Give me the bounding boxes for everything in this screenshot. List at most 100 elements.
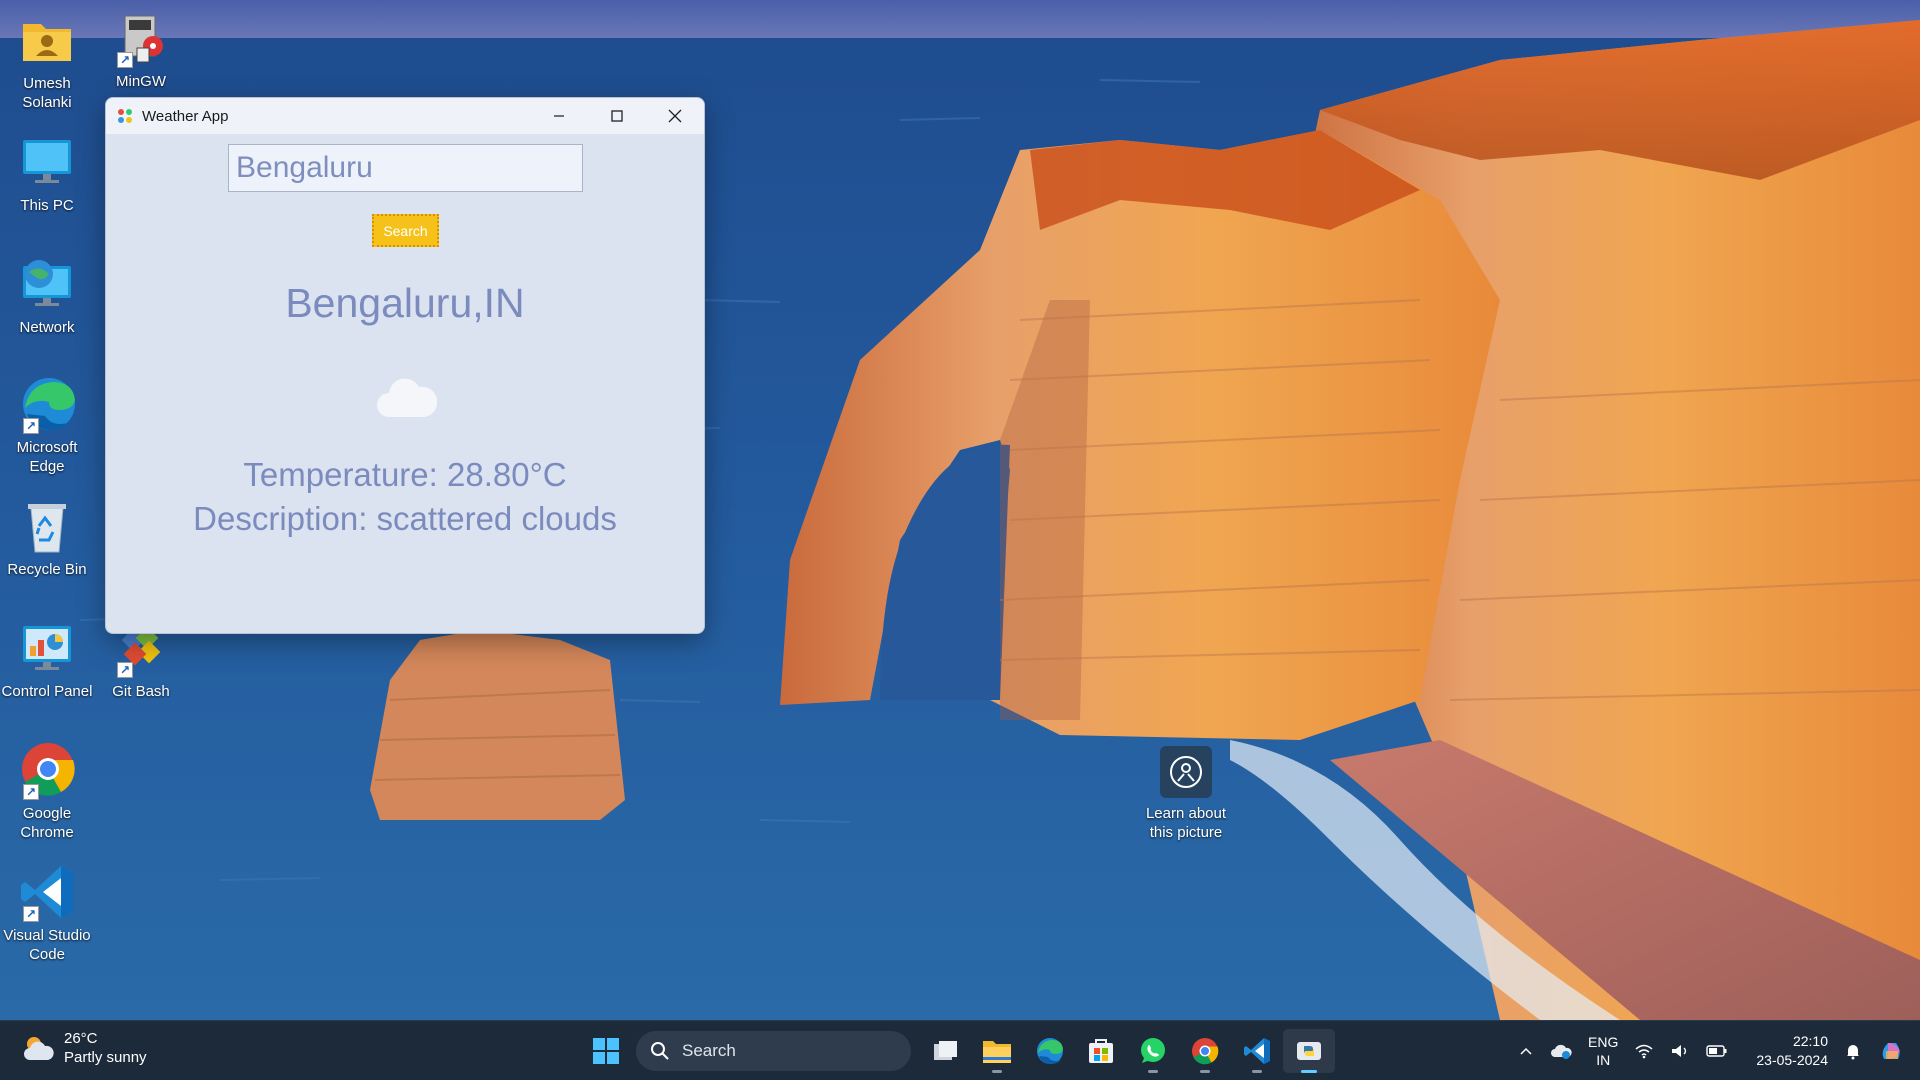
desktop-icon-label: This PC bbox=[20, 197, 74, 214]
edge-icon: ↗ bbox=[17, 374, 77, 434]
mingw-installer-icon: ↗ bbox=[111, 8, 171, 68]
taskbar-apps: Search bbox=[580, 1029, 1335, 1073]
window-title: Weather App bbox=[142, 107, 229, 125]
vscode-icon: ↗ bbox=[17, 862, 77, 922]
running-indicator bbox=[1301, 1070, 1317, 1073]
taskbar-vscode-button[interactable] bbox=[1231, 1029, 1283, 1073]
desktop-icon-label: Umesh Solanki bbox=[22, 75, 72, 111]
notifications-button[interactable] bbox=[1844, 1042, 1862, 1060]
running-indicator bbox=[1200, 1070, 1210, 1073]
language-line1: ENG bbox=[1588, 1034, 1619, 1050]
city-input[interactable] bbox=[228, 144, 583, 192]
desktop-icon-visual-studio-code[interactable]: ↗ Visual Studio Code bbox=[0, 862, 95, 964]
language-indicator[interactable]: ENG IN bbox=[1588, 1033, 1618, 1069]
desktop-icon-mingw[interactable]: ↗ MinGW bbox=[93, 8, 189, 91]
desktop-icon-label: MinGW bbox=[116, 73, 166, 90]
running-indicator bbox=[1148, 1070, 1158, 1073]
desktop-icon-network[interactable]: Network bbox=[0, 254, 95, 337]
taskbar-weather-desc: Partly sunny bbox=[64, 1049, 147, 1066]
network-globe-icon bbox=[17, 254, 77, 314]
learn-about-picture[interactable]: Learn about this picture bbox=[1130, 746, 1242, 842]
search-button[interactable]: Search bbox=[372, 214, 439, 247]
taskbar-weather-temp: 26°C bbox=[64, 1030, 98, 1047]
vscode-icon bbox=[1244, 1038, 1270, 1064]
start-button[interactable] bbox=[580, 1029, 632, 1073]
desktop-icon-label: Google Chrome bbox=[20, 805, 74, 841]
taskbar-chrome-button[interactable] bbox=[1179, 1029, 1231, 1073]
shortcut-arrow-icon: ↗ bbox=[23, 418, 39, 434]
taskbar-edge-button[interactable] bbox=[1023, 1029, 1075, 1073]
search-icon bbox=[651, 1042, 669, 1060]
taskbar-store-button[interactable] bbox=[1075, 1029, 1127, 1073]
language-line2: IN bbox=[1596, 1052, 1611, 1068]
volume-icon bbox=[1672, 1045, 1687, 1057]
weather-app-window: Weather App Search Bengaluru,IN Temperat… bbox=[105, 97, 705, 634]
clock-date: 23-05-2024 bbox=[1756, 1052, 1828, 1068]
task-view-button[interactable] bbox=[919, 1029, 971, 1073]
file-explorer-button[interactable] bbox=[971, 1029, 1023, 1073]
system-tray: ENG IN 22:10 23-05-2024 bbox=[1510, 1021, 1920, 1080]
camera-info-icon bbox=[1160, 746, 1212, 798]
desktop-icon-label: Recycle Bin bbox=[7, 561, 87, 578]
shortcut-arrow-icon: ↗ bbox=[23, 906, 39, 922]
desktop-icon-umesh-solanki[interactable]: Umesh Solanki bbox=[0, 10, 95, 112]
app-icon bbox=[116, 107, 134, 125]
battery-icon bbox=[1706, 1045, 1727, 1057]
desktop-icon-label: Visual Studio Code bbox=[3, 927, 91, 963]
city-name-label: Bengaluru,IN bbox=[285, 280, 525, 326]
desktop-icon-google-chrome[interactable]: ↗ Google Chrome bbox=[0, 740, 95, 842]
copilot-icon bbox=[1882, 1043, 1900, 1059]
whatsapp-icon bbox=[1141, 1038, 1165, 1063]
python-icon bbox=[1297, 1042, 1321, 1060]
partly-sunny-icon bbox=[24, 1037, 54, 1060]
running-indicator bbox=[1252, 1070, 1262, 1073]
control-panel-icon bbox=[17, 618, 77, 678]
copilot-button[interactable] bbox=[1878, 1037, 1906, 1065]
cloud-icon bbox=[375, 377, 438, 419]
running-indicator bbox=[992, 1070, 1002, 1073]
show-hidden-icons-button[interactable] bbox=[1518, 1043, 1534, 1059]
desktop-icon-recycle-bin[interactable]: Recycle Bin bbox=[0, 496, 95, 579]
network-status-button[interactable] bbox=[1634, 1043, 1654, 1059]
user-folder-icon bbox=[17, 10, 77, 70]
window-titlebar[interactable]: Weather App bbox=[106, 98, 704, 134]
chrome-icon: ↗ bbox=[17, 740, 77, 800]
monitor-icon bbox=[17, 132, 77, 192]
temperature-label: Temperature: 28.80°C bbox=[243, 456, 567, 493]
desktop-icon-control-panel[interactable]: Control Panel bbox=[0, 618, 95, 701]
taskbar-search-label: Search bbox=[682, 1041, 736, 1060]
close-icon bbox=[668, 109, 682, 123]
chevron-up-icon bbox=[1520, 1047, 1532, 1055]
minimize-icon bbox=[554, 115, 564, 117]
minimize-button[interactable] bbox=[530, 98, 588, 134]
desktop-icon-label: Network bbox=[19, 319, 75, 336]
learn-about-label: Learn about this picture bbox=[1145, 805, 1227, 841]
recycle-bin-icon bbox=[17, 496, 77, 556]
taskbar-whatsapp-button[interactable] bbox=[1127, 1029, 1179, 1073]
close-button[interactable] bbox=[646, 98, 704, 134]
start-icon bbox=[593, 1038, 619, 1064]
shortcut-arrow-icon: ↗ bbox=[23, 784, 39, 800]
description-label: Description: scattered clouds bbox=[193, 500, 617, 537]
desktop-icon-microsoft-edge[interactable]: ↗ Microsoft Edge bbox=[0, 374, 95, 476]
taskbar-weather-widget[interactable]: 26°C Partly sunny bbox=[22, 1029, 147, 1067]
desktop-icon-label: Git Bash bbox=[112, 683, 170, 700]
taskbar-search-box[interactable]: Search bbox=[636, 1031, 911, 1071]
desktop-icon-this-pc[interactable]: This PC bbox=[0, 132, 95, 215]
file-explorer-icon bbox=[983, 1041, 1011, 1063]
chrome-icon bbox=[1192, 1038, 1219, 1065]
store-icon bbox=[1089, 1039, 1113, 1063]
taskbar-python-button[interactable] bbox=[1283, 1029, 1335, 1073]
bell-icon bbox=[1847, 1045, 1859, 1060]
onedrive-cloud-icon bbox=[1551, 1044, 1572, 1059]
wifi-icon bbox=[1635, 1044, 1653, 1059]
desktop-icon-label: Microsoft Edge bbox=[16, 439, 78, 475]
battery-button[interactable] bbox=[1706, 1044, 1728, 1058]
maximize-icon bbox=[611, 110, 623, 122]
onedrive-button[interactable] bbox=[1550, 1042, 1572, 1060]
maximize-button[interactable] bbox=[588, 98, 646, 134]
volume-button[interactable] bbox=[1670, 1043, 1690, 1059]
task-view-icon bbox=[934, 1041, 957, 1060]
shortcut-arrow-icon: ↗ bbox=[117, 52, 133, 68]
clock[interactable]: 22:10 23-05-2024 bbox=[1756, 1032, 1828, 1070]
